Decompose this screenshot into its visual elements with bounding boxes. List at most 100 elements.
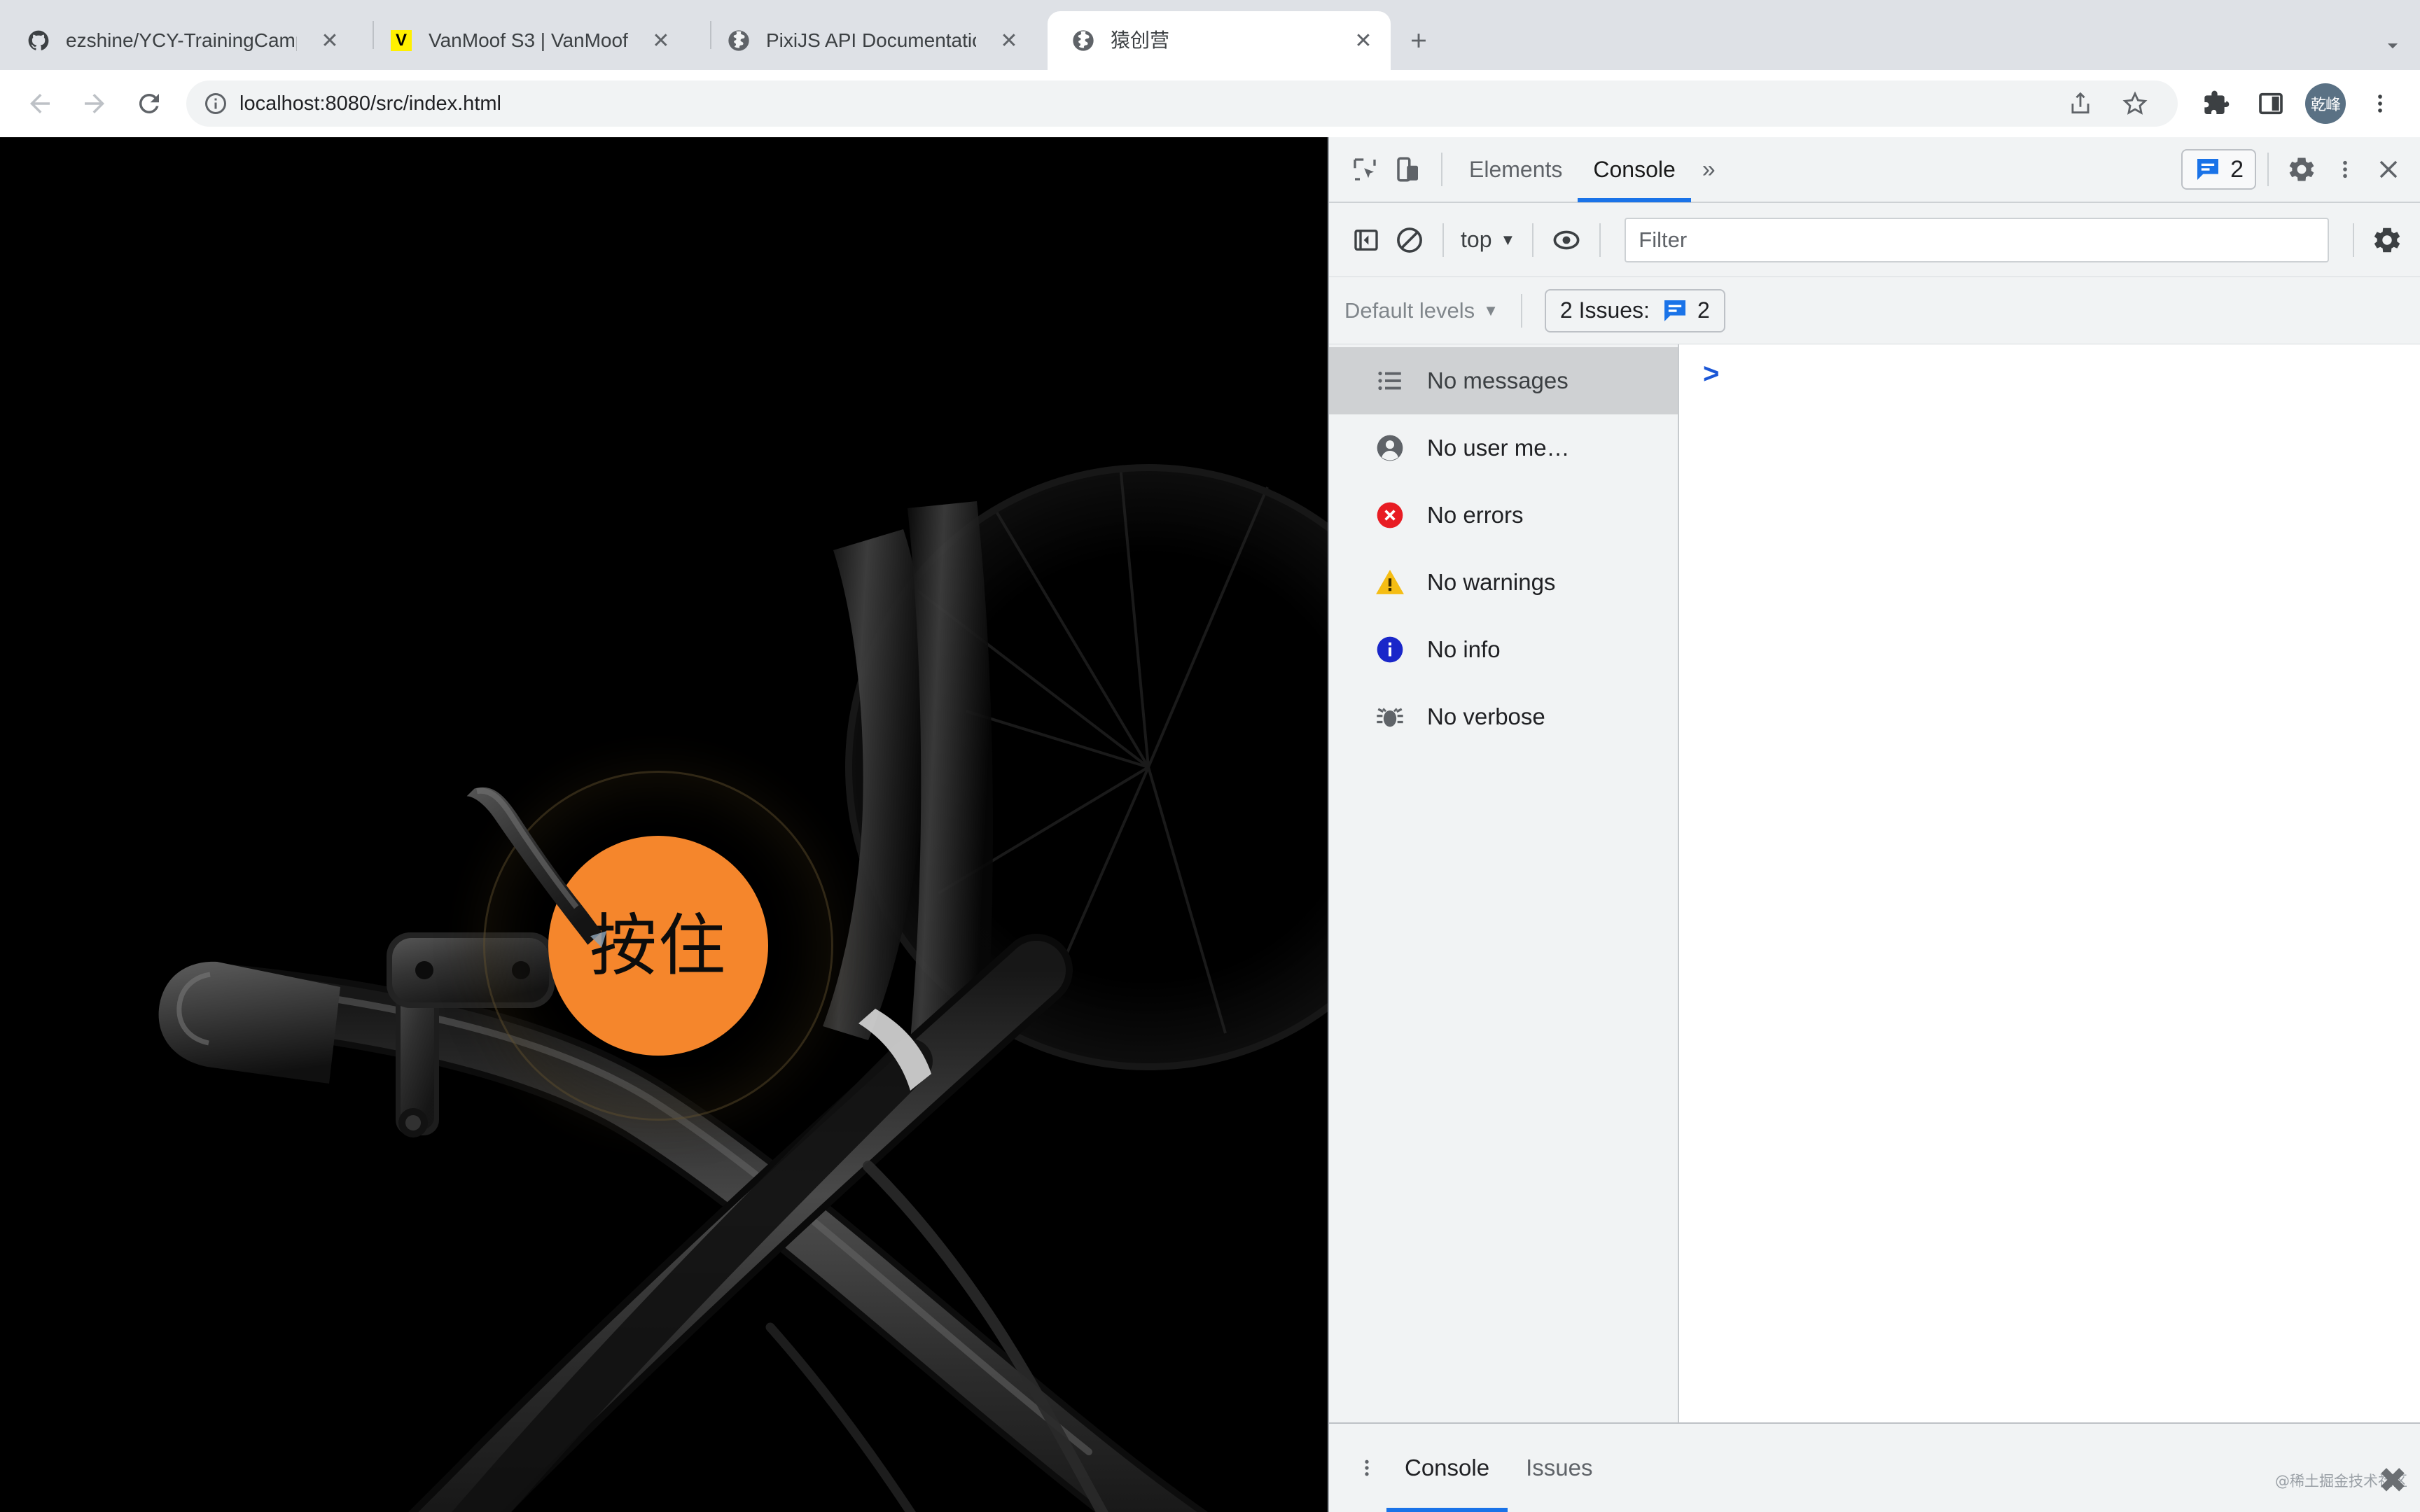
side-panel-icon[interactable] xyxy=(2248,81,2293,126)
github-icon xyxy=(27,29,50,52)
sidebar-item-warnings[interactable]: No warnings xyxy=(1329,549,1678,616)
console-prompt[interactable]: > xyxy=(1703,360,2420,388)
error-icon xyxy=(1374,499,1406,531)
more-panels-button[interactable]: » xyxy=(1691,156,1727,183)
tab-strip: ezshine/YCY-TrainingCamp-S1 ✕ V VanMoof … xyxy=(0,0,2420,70)
tab-title: PixiJS API Documentation xyxy=(766,29,976,51)
arrow-forward-icon[interactable] xyxy=(72,81,117,126)
issue-message-icon xyxy=(1661,297,1689,325)
page-content[interactable]: 按住 xyxy=(0,137,1328,1512)
sidebar-item-messages[interactable]: No messages xyxy=(1329,347,1678,414)
tab-title: VanMoof S3 | VanMoof xyxy=(429,29,628,51)
star-icon[interactable] xyxy=(2113,81,2157,126)
new-tab-button[interactable] xyxy=(1398,20,1440,62)
console-body: No messages No user me… No errors No war… xyxy=(1329,344,2420,1424)
bike-scene: 按住 xyxy=(0,137,1328,1512)
sidebar-item-verbose[interactable]: No verbose xyxy=(1329,683,1678,750)
chevron-down-icon: ▼ xyxy=(1500,230,1516,248)
divider xyxy=(1520,293,1522,328)
share-icon[interactable] xyxy=(2058,81,2103,126)
devtools-drawer: Console Issues @稀土掘金技术社区 ✖ xyxy=(1329,1424,2420,1512)
viewport: 按住 Elements Console » 2 top ▼ Filter Def… xyxy=(0,137,2420,1512)
person-icon xyxy=(1374,432,1406,464)
log-levels-selector[interactable]: Default levels ▼ xyxy=(1344,298,1510,323)
info-circle-icon[interactable] xyxy=(202,90,230,118)
tab-elements[interactable]: Elements xyxy=(1454,136,1578,202)
divider xyxy=(1532,223,1534,257)
address-bar-actions xyxy=(2053,81,2162,126)
browser-window: ezshine/YCY-TrainingCamp-S1 ✕ V VanMoof … xyxy=(0,0,2420,1512)
address-bar-url: localhost:8080/src/index.html xyxy=(239,92,501,115)
kebab-menu-icon[interactable] xyxy=(2358,81,2402,126)
console-toolbar: top ▼ xyxy=(1329,203,2420,277)
execution-context-selector[interactable]: top ▼ xyxy=(1455,227,1521,253)
gear-icon[interactable] xyxy=(2365,218,2409,262)
divider xyxy=(2353,223,2354,257)
warning-icon xyxy=(1374,566,1406,598)
divider xyxy=(1599,223,1601,257)
address-bar[interactable]: localhost:8080/src/index.html xyxy=(186,80,2178,127)
watermark-overlay-x: ✖ xyxy=(2378,1460,2407,1501)
issues-counter-button[interactable]: 2 xyxy=(2181,149,2256,190)
avatar[interactable]: 乾峰 xyxy=(2305,83,2346,124)
drawer-tab-issues[interactable]: Issues xyxy=(1508,1424,1611,1512)
vanmoof-icon: V xyxy=(389,29,413,52)
list-icon xyxy=(1374,365,1406,397)
clear-console-icon[interactable] xyxy=(1388,218,1431,262)
issues-count: 2 xyxy=(2230,155,2244,183)
console-levels-row: Default levels ▼ 2 Issues: 2 xyxy=(1329,277,2420,344)
sidebar-item-errors[interactable]: No errors xyxy=(1329,482,1678,549)
tab-console[interactable]: Console xyxy=(1578,136,1690,202)
execution-context-label: top xyxy=(1461,227,1492,252)
devtools-panel: Elements Console » 2 top ▼ Filter Defaul… xyxy=(1328,137,2420,1512)
hold-button[interactable]: 按住 xyxy=(548,836,768,1056)
divider xyxy=(2267,153,2269,186)
live-expression-icon[interactable] xyxy=(1545,218,1588,262)
tab-close-button[interactable]: ✕ xyxy=(642,22,680,59)
close-icon[interactable] xyxy=(2367,148,2410,191)
console-output[interactable]: > xyxy=(1679,344,2420,1422)
browser-tab[interactable]: V VanMoof S3 | VanMoof ✕ xyxy=(374,11,710,70)
browser-tab-active[interactable]: 猿创营 ✕ xyxy=(1048,11,1391,70)
reload-icon[interactable] xyxy=(127,81,172,126)
info-icon xyxy=(1374,634,1406,666)
console-filter-input[interactable] xyxy=(1625,217,2329,262)
issues-summary-button[interactable]: 2 Issues: 2 xyxy=(1544,288,1725,332)
issues-summary-label: 2 Issues: xyxy=(1559,298,1650,323)
show-console-sidebar-icon[interactable] xyxy=(1344,218,1388,262)
tab-close-button[interactable]: ✕ xyxy=(990,22,1028,59)
device-toolbar-icon[interactable] xyxy=(1386,148,1430,191)
drawer-tab-console[interactable]: Console xyxy=(1386,1424,1508,1512)
kebab-menu-icon[interactable] xyxy=(1347,1457,1386,1478)
kebab-menu-icon[interactable] xyxy=(2323,148,2367,191)
issue-message-icon xyxy=(2194,155,2222,183)
sidebar-item-label: No messages xyxy=(1427,368,1569,393)
tab-close-button[interactable]: ✕ xyxy=(311,22,349,59)
browser-tab[interactable]: ezshine/YCY-TrainingCamp-S1 ✕ xyxy=(8,11,373,70)
sidebar-item-label: No info xyxy=(1427,636,1501,662)
sidebar-item-label: No warnings xyxy=(1427,569,1556,595)
sidebar-item-label: No verbose xyxy=(1427,704,1545,729)
divider xyxy=(1441,153,1442,186)
sidebar-item-user-messages[interactable]: No user me… xyxy=(1329,414,1678,482)
browser-toolbar: localhost:8080/src/index.html 乾峰 xyxy=(0,70,2420,137)
sidebar-item-label: No errors xyxy=(1427,502,1524,528)
devtools-topbar: Elements Console » 2 xyxy=(1329,137,2420,203)
tab-close-button[interactable]: ✕ xyxy=(1344,22,1382,59)
tab-title: ezshine/YCY-TrainingCamp-S1 xyxy=(66,29,297,51)
toolbar-right: 乾峰 xyxy=(2189,81,2407,126)
browser-tab[interactable]: PixiJS API Documentation ✕ xyxy=(711,11,1048,70)
issues-summary-count: 2 xyxy=(1697,298,1710,323)
tab-list-button[interactable] xyxy=(2381,34,2405,57)
puzzle-icon[interactable] xyxy=(2194,81,2239,126)
console-sidebar: No messages No user me… No errors No war… xyxy=(1329,344,1679,1422)
chevron-down-icon: ▼ xyxy=(1483,301,1498,319)
sidebar-item-info[interactable]: No info xyxy=(1329,616,1678,683)
arrow-back-icon[interactable] xyxy=(18,81,62,126)
bug-icon xyxy=(1374,701,1406,733)
log-levels-label: Default levels xyxy=(1344,298,1475,323)
gear-icon[interactable] xyxy=(2280,148,2323,191)
hold-button-label: 按住 xyxy=(590,906,727,985)
inspect-element-icon[interactable] xyxy=(1343,148,1386,191)
globe-icon xyxy=(1071,29,1095,52)
